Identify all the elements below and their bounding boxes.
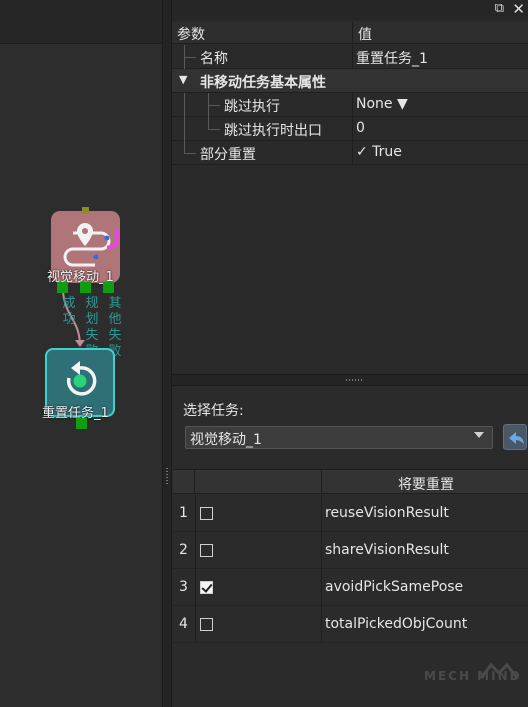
row-number: 3 <box>179 579 188 595</box>
table-row[interactable]: 1 reuseVisionResult <box>173 495 528 532</box>
property-key: 跳过执行时出口 <box>224 123 322 139</box>
property-value[interactable]: 0 <box>356 120 365 136</box>
output-port-other-fail[interactable] <box>103 282 114 293</box>
table-row[interactable]: 2 shareVisionResult <box>173 532 528 569</box>
param-column-header: 参数 <box>177 27 205 43</box>
select-task-label: 选择任务: <box>183 403 244 419</box>
reset-checkbox[interactable] <box>200 618 213 631</box>
property-group-label: 非移动任务基本属性 <box>200 75 326 91</box>
skip-dropdown[interactable]: None ▼ <box>356 96 408 112</box>
restore-window-icon[interactable]: ⧉ <box>495 1 504 16</box>
property-row-skip-exit[interactable]: 跳过执行时出口 0 <box>172 117 528 141</box>
splitter-grip-icon <box>166 468 168 486</box>
back-button[interactable] <box>503 424 527 450</box>
partial-reset-toggle[interactable]: ✓ True <box>356 144 402 160</box>
back-arrow-icon <box>509 432 524 444</box>
reset-output-port[interactable] <box>76 418 87 429</box>
vertical-splitter[interactable] <box>162 0 172 707</box>
property-row-skip[interactable]: 跳过执行 None ▼ <box>172 93 528 117</box>
reset-task-panel: 选择任务: 视觉移动_1 将要重置 1 reuseVisionResult 2 … <box>172 386 528 707</box>
watermark: MECH MIND <box>424 669 522 683</box>
property-row-name[interactable]: 名称 重置任务_1 <box>172 45 528 69</box>
row-number: 4 <box>179 616 188 632</box>
table-row[interactable]: 3 avoidPickSamePose <box>173 569 528 606</box>
reset-item-name: avoidPickSamePose <box>325 579 464 595</box>
reset-item-name: reuseVisionResult <box>325 505 449 521</box>
output-label-success: 成功 <box>62 296 76 327</box>
property-key: 跳过执行 <box>224 99 280 115</box>
location-path-icon <box>63 223 119 267</box>
property-key: 名称 <box>200 51 228 67</box>
row-number: 2 <box>179 542 188 558</box>
property-table-header: 参数 值 <box>172 22 528 44</box>
reset-item-name: totalPickedObjCount <box>325 616 468 632</box>
selected-task-text: 视觉移动_1 <box>190 432 262 448</box>
flow-canvas[interactable]: 视觉移动_1 成功 规划失败 其他失败 重置任务_1 <box>0 0 162 707</box>
row-number: 1 <box>179 505 188 521</box>
property-row-partial-reset[interactable]: 部分重置 ✓ True <box>172 141 528 165</box>
will-reset-column-header: 将要重置 <box>398 477 454 493</box>
output-port-success[interactable] <box>57 282 68 293</box>
input-port[interactable] <box>82 207 89 214</box>
chevron-down-icon <box>474 432 484 438</box>
collapse-triangle-icon[interactable]: ▼ <box>179 73 187 86</box>
panel-titlebar: ⧉ ✕ <box>172 0 528 20</box>
table-row[interactable]: 4 totalPickedObjCount <box>173 606 528 643</box>
reset-checkbox[interactable] <box>200 581 213 594</box>
reset-table-header: 将要重置 <box>173 470 528 494</box>
property-group-non-move[interactable]: ▼ 非移动任务基本属性 <box>172 69 528 93</box>
close-icon[interactable]: ✕ <box>512 0 525 18</box>
app-root: 视觉移动_1 成功 规划失败 其他失败 重置任务_1 ⧉ ✕ 参数 值 <box>0 0 528 707</box>
property-key: 部分重置 <box>200 147 256 163</box>
property-value[interactable]: 重置任务_1 <box>356 48 428 68</box>
splitter-grip-icon <box>346 379 364 381</box>
task-select-combobox[interactable]: 视觉移动_1 <box>185 426 493 449</box>
reset-item-name: shareVisionResult <box>325 542 449 558</box>
reset-checkbox[interactable] <box>200 507 213 520</box>
output-port-plan-fail[interactable] <box>80 282 91 293</box>
reset-icon <box>66 361 97 396</box>
property-panel: ⧉ ✕ 参数 值 名称 重置任务_1 ▼ 非移动任务基本属性 跳过执行 None… <box>172 0 528 374</box>
reset-checkbox[interactable] <box>200 544 213 557</box>
value-column-header: 值 <box>358 27 372 43</box>
